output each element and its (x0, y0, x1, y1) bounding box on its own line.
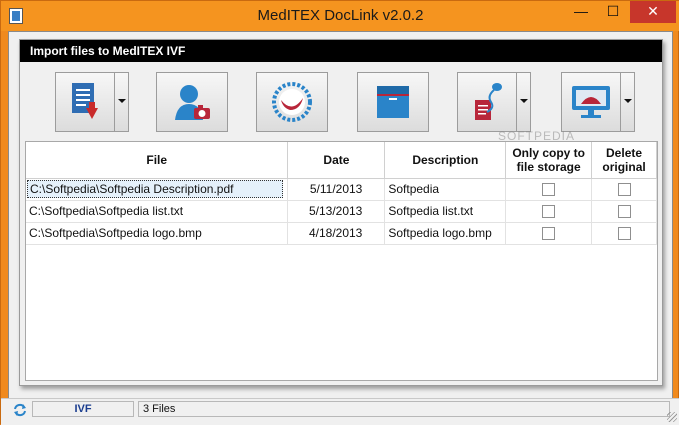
cell-file[interactable]: C:\Softpedia\Softpedia list.txt (26, 200, 289, 223)
refresh-icon[interactable] (13, 403, 27, 417)
sperm-document-button[interactable] (457, 72, 517, 132)
delete-original-checkbox[interactable] (617, 183, 631, 197)
oocyte-button[interactable] (256, 72, 328, 132)
table-header-row: File Date Description Only copy to file … (26, 142, 657, 179)
app-window: MedITEX DocLink v2.0.2 — ☐ ✕ Import file… (0, 0, 679, 425)
close-button[interactable]: ✕ (630, 1, 676, 23)
cell-file[interactable]: C:\Softpedia\Softpedia Description.pdf (26, 178, 289, 201)
col-header-only-copy[interactable]: Only copy to file storage (505, 142, 593, 179)
table-row[interactable]: C:\Softpedia\Softpedia logo.bmp 4/18/201… (26, 222, 657, 245)
cell-description[interactable]: Softpedia list.txt (384, 200, 507, 223)
resize-grip[interactable] (667, 412, 677, 422)
only-copy-checkbox[interactable] (542, 183, 556, 197)
col-header-delete-line2: original (602, 159, 646, 174)
import-panel: Import files to MedITEX IVF SOFTPEDIA Fi… (19, 39, 663, 386)
maximize-button[interactable]: ☐ (598, 1, 628, 23)
cell-description[interactable]: Softpedia (384, 178, 507, 201)
title-bar[interactable]: MedITEX DocLink v2.0.2 — ☐ ✕ (1, 1, 679, 31)
table-row[interactable]: C:\Softpedia\Softpedia Description.pdf 5… (26, 178, 657, 201)
oocyte-icon (272, 82, 312, 122)
cell-file-text: C:\Softpedia\Softpedia Description.pdf (27, 180, 283, 198)
folder-icon (377, 86, 409, 118)
cell-delete-original (591, 222, 657, 245)
minimize-button[interactable]: — (566, 1, 596, 23)
table-row[interactable]: C:\Softpedia\Softpedia list.txt 5/13/201… (26, 200, 657, 223)
document-import-icon (72, 83, 98, 119)
status-file-count: 3 Files (138, 401, 670, 417)
cell-description[interactable]: Softpedia logo.bmp (384, 222, 507, 245)
import-document-button[interactable] (55, 72, 115, 132)
cell-delete-original (591, 178, 657, 201)
col-header-delete-line1: Delete (606, 145, 643, 160)
ultrasound-button[interactable] (561, 72, 621, 132)
only-copy-checkbox[interactable] (542, 205, 556, 219)
col-header-file[interactable]: File (26, 142, 289, 179)
import-document-dropdown[interactable] (115, 72, 129, 132)
cell-only-copy (505, 200, 593, 223)
panel-title: Import files to MedITEX IVF (20, 40, 662, 62)
delete-original-checkbox[interactable] (617, 205, 631, 219)
col-header-date[interactable]: Date (287, 142, 386, 179)
status-module: IVF (32, 401, 134, 417)
client-area: Import files to MedITEX IVF SOFTPEDIA Fi… (8, 31, 673, 417)
ultrasound-dropdown[interactable] (621, 72, 635, 132)
cell-only-copy (505, 222, 593, 245)
only-copy-checkbox[interactable] (542, 227, 556, 241)
col-header-delete-original[interactable]: Delete original (591, 142, 657, 179)
cell-date[interactable]: 5/13/2013 (287, 200, 386, 223)
cell-delete-original (591, 200, 657, 223)
sperm-document-icon (475, 83, 502, 120)
cell-date[interactable]: 5/11/2013 (287, 178, 386, 201)
delete-original-checkbox[interactable] (617, 227, 631, 241)
folder-button[interactable] (357, 72, 429, 132)
col-header-only-copy-line2: file storage (516, 159, 581, 174)
file-table: File Date Description Only copy to file … (25, 141, 658, 381)
col-header-only-copy-line1: Only copy to (512, 145, 586, 160)
sperm-document-dropdown[interactable] (517, 72, 531, 132)
ultrasound-monitor-icon (572, 86, 610, 118)
cell-file[interactable]: C:\Softpedia\Softpedia logo.bmp (26, 222, 289, 245)
cell-date[interactable]: 4/18/2013 (287, 222, 386, 245)
status-bar: IVF 3 Files (1, 398, 679, 425)
cell-only-copy (505, 178, 593, 201)
col-header-description[interactable]: Description (384, 142, 507, 179)
patient-photo-icon (175, 85, 210, 120)
patient-photo-button[interactable] (156, 72, 228, 132)
